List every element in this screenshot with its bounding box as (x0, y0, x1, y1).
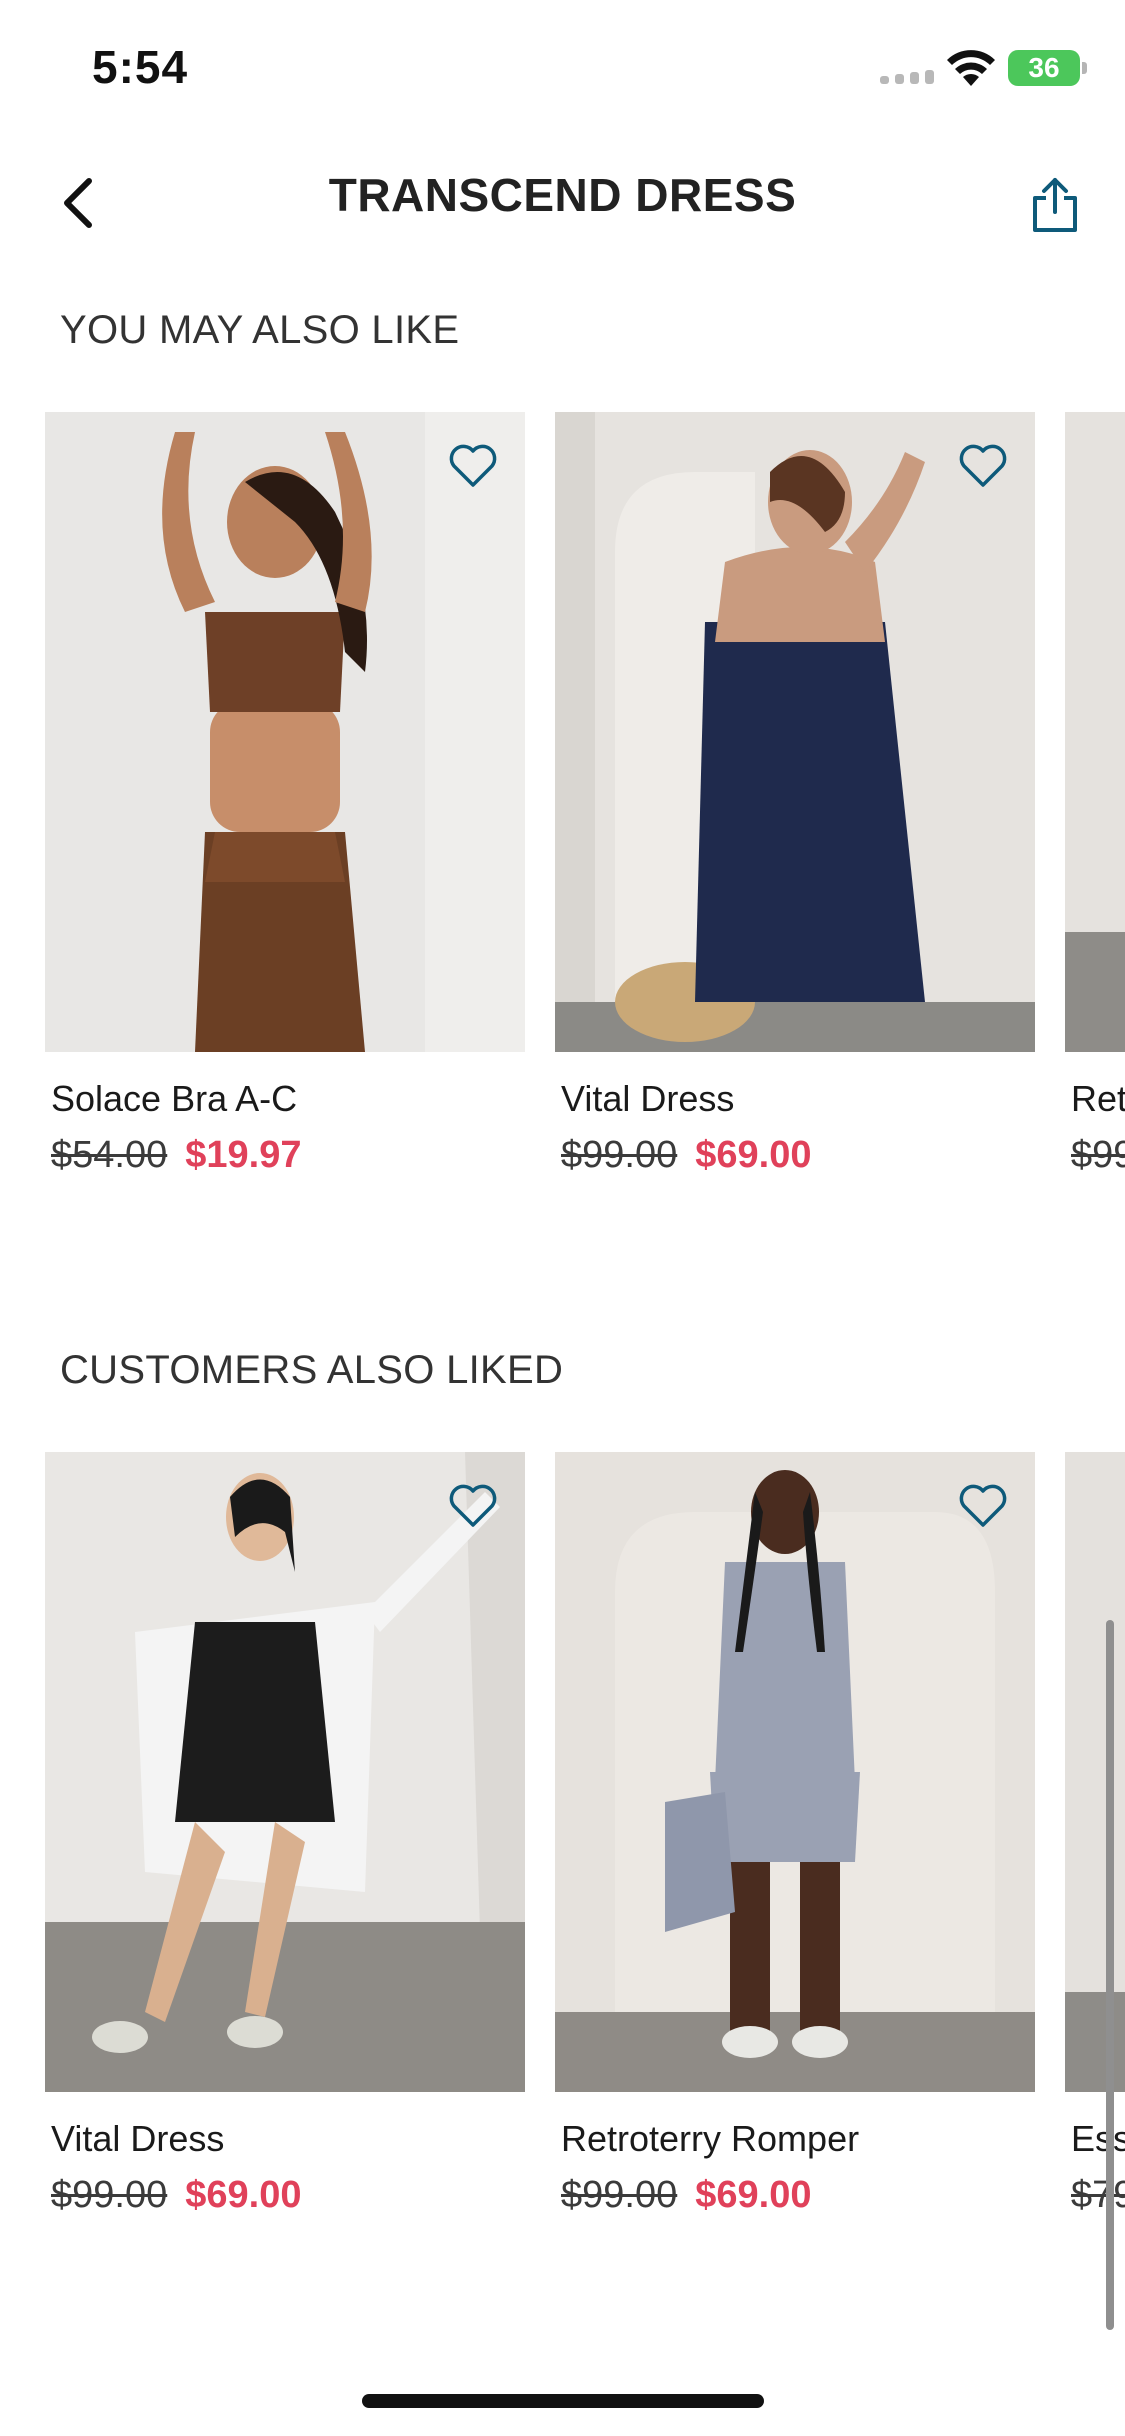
sale-price: $69.00 (695, 1134, 812, 1172)
heart-icon (449, 1484, 497, 1527)
product-card[interactable]: Ret $99 (1065, 412, 1125, 1172)
battery-level: 36 (1028, 52, 1060, 83)
favorite-button[interactable] (445, 1478, 501, 1534)
favorite-button[interactable] (955, 1478, 1011, 1534)
original-price: $79 (1071, 2174, 1125, 2212)
product-card[interactable]: Solace Bra A-C $54.00 $19.97 (45, 412, 525, 1172)
product-name[interactable]: Ret (1065, 1078, 1125, 1120)
sale-price: $19.97 (185, 1134, 302, 1172)
home-indicator[interactable] (362, 2394, 764, 2408)
price-row: $79 (1065, 2174, 1125, 2212)
original-price: $99 (1071, 1134, 1125, 1172)
original-price: $99.00 (561, 1134, 678, 1172)
product-image[interactable] (45, 412, 525, 1052)
price-row: $99 (1065, 1134, 1125, 1172)
section-title-customers-also-liked: CUSTOMERS ALSO LIKED (60, 1348, 564, 1392)
product-name[interactable]: Ess (1065, 2118, 1125, 2160)
customers-also-liked-carousel[interactable]: Vital Dress $99.00 $69.00 Retroterry Rom… (0, 1452, 1125, 2212)
page-title: TRANSCEND DRESS (328, 169, 797, 221)
status-bar: 5:54 36 (0, 0, 1125, 140)
product-card[interactable]: Vital Dress $99.00 $69.00 (555, 412, 1035, 1172)
share-button[interactable] (1020, 170, 1090, 240)
heart-icon (449, 444, 497, 487)
original-price: $99.00 (51, 2174, 168, 2212)
product-image[interactable] (555, 1452, 1035, 2092)
price-row: $99.00 $69.00 (45, 2174, 525, 2212)
product-image[interactable] (555, 412, 1035, 1052)
you-may-also-like-carousel[interactable]: Solace Bra A-C $54.00 $19.97 Vital Dress… (0, 412, 1125, 1172)
original-price: $99.00 (561, 2174, 678, 2212)
product-photo-vital-dress (555, 412, 1035, 1052)
product-name[interactable]: Vital Dress (555, 1078, 1035, 1120)
wifi-icon (947, 50, 995, 86)
favorite-button[interactable] (445, 438, 501, 494)
product-image[interactable] (1065, 412, 1125, 1052)
product-image[interactable] (45, 1452, 525, 2092)
price-row: $54.00 $19.97 (45, 1134, 525, 1172)
share-icon (1033, 178, 1077, 232)
heart-icon (959, 444, 1007, 487)
heart-icon (959, 1484, 1007, 1527)
favorite-button[interactable] (955, 438, 1011, 494)
sale-price: $69.00 (695, 2174, 812, 2212)
section-title-you-may-also-like: YOU MAY ALSO LIKE (60, 308, 460, 352)
nav-header: TRANSCEND DRESS (0, 150, 1125, 260)
product-photo-partial (1065, 1452, 1125, 2092)
status-time: 5:54 (92, 41, 189, 93)
battery-icon: 36 (1008, 50, 1087, 86)
price-row: $99.00 $69.00 (555, 2174, 1035, 2212)
price-row: $99.00 $69.00 (555, 1134, 1035, 1172)
product-card[interactable]: Retroterry Romper $99.00 $69.00 (555, 1452, 1035, 2212)
product-image[interactable] (1065, 1452, 1125, 2092)
product-photo-bra (45, 412, 525, 1052)
original-price: $54.00 (51, 1134, 168, 1172)
scrollbar[interactable] (1106, 1620, 1114, 2330)
product-card[interactable]: Vital Dress $99.00 $69.00 (45, 1452, 525, 2212)
product-photo-vital-dress-black (45, 1452, 525, 2092)
product-card[interactable]: Ess $79 (1065, 1452, 1125, 2212)
sale-price: $69.00 (185, 2174, 302, 2212)
product-name[interactable]: Solace Bra A-C (45, 1078, 525, 1120)
product-name[interactable]: Vital Dress (45, 2118, 525, 2160)
cellular-signal-icon (880, 68, 934, 84)
product-photo-partial (1065, 412, 1125, 1052)
product-name[interactable]: Retroterry Romper (555, 2118, 1035, 2160)
product-photo-romper (555, 1452, 1035, 2092)
